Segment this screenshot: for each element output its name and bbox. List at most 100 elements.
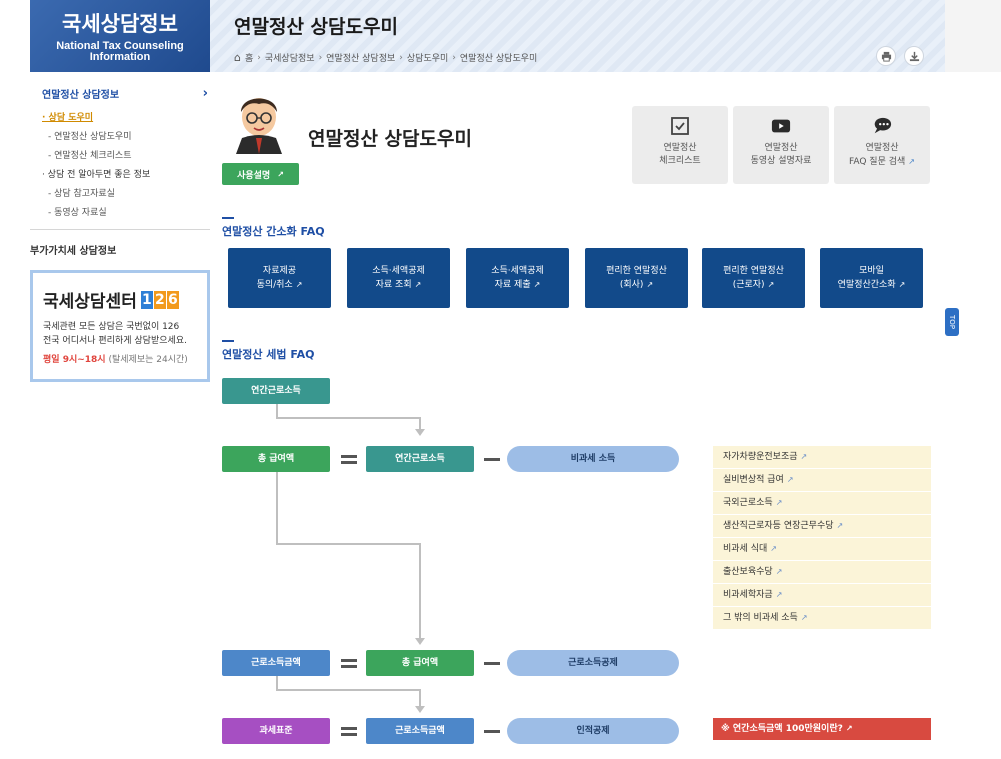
- external-link-icon: ↗: [898, 279, 906, 289]
- sidebar-item-checklist[interactable]: - 연말정산 체크리스트: [30, 145, 210, 164]
- faq-button-label: 자료제공 동의/취소 ↗: [257, 265, 303, 292]
- minus-icon: [484, 662, 500, 665]
- quick-link-line1: 연말정산: [764, 143, 798, 153]
- tax-center-hours-main: 평일 9시~18시: [43, 355, 106, 365]
- connector-line: [276, 676, 278, 690]
- download-button[interactable]: [904, 46, 924, 66]
- faq-button-submit[interactable]: 소득·세액공제 자료 제출 ↗: [466, 248, 569, 308]
- quick-link-line2: 동영상 설명자료: [750, 156, 812, 166]
- faq-button-lookup[interactable]: 소득·세액공제 자료 조회 ↗: [347, 248, 450, 308]
- site-brand[interactable]: 국세상담정보 National Tax Counseling Informati…: [30, 0, 210, 72]
- sidebar-item-helper-main[interactable]: - 연말정산 상담도우미: [30, 126, 210, 145]
- nontax-item-label: 생산직근로자등 연장근무수당: [723, 521, 834, 531]
- tax-center-hours-note: (탈세제보는 24시간): [108, 355, 188, 365]
- nontax-item[interactable]: 실비변상적 급여 ↗: [713, 469, 931, 492]
- node-total-salary-2[interactable]: 총 급여액: [366, 650, 474, 676]
- faq-button-label: 소득·세액공제 자료 조회 ↗: [372, 265, 425, 292]
- external-link-icon: ↗: [775, 498, 783, 507]
- tax-center-hours: 평일 9시~18시 (탈세제보는 24시간): [43, 352, 197, 365]
- node-annual-income[interactable]: 연간근로소득: [222, 378, 330, 404]
- sidebar-item-useful-info[interactable]: · 상담 전 알아두면 좋은 정보: [30, 164, 210, 183]
- tax-center-desc-line2: 전국 어디서나 편리하게 상담받으세요.: [43, 336, 187, 346]
- breadcrumb-item[interactable]: 상담도우미: [407, 51, 448, 64]
- sidebar-item-reference[interactable]: - 상담 참고자료실: [30, 183, 210, 202]
- faq-button-mobile[interactable]: 모바일연말정산간소화 ↗: [820, 248, 923, 308]
- nontax-income-list: 자가차량운전보조금 ↗ 실비변상적 급여 ↗ 국외근로소득 ↗ 생산직근로자등 연장근…: [713, 446, 931, 630]
- nontax-item[interactable]: 그 밖의 비과세 소득 ↗: [713, 607, 931, 630]
- scroll-top-tab[interactable]: TOP: [945, 308, 959, 336]
- node-total-salary[interactable]: 총 급여액: [222, 446, 330, 472]
- breadcrumb: ⌂ 홈 › 국세상담정보 › 연말정산 상담정보 › 상담도우미 › 연말정산 …: [234, 51, 537, 64]
- usage-guide-label: 사용설명: [237, 170, 271, 181]
- faq-button-line1: 편리한 연말정산: [606, 265, 667, 276]
- node-personal-deduction[interactable]: 인적공제: [507, 718, 679, 744]
- home-icon[interactable]: ⌂: [234, 51, 241, 64]
- nontax-item[interactable]: 비과세학자금 ↗: [713, 584, 931, 607]
- breadcrumb-item[interactable]: 연말정산 상담정보: [326, 51, 395, 64]
- faq-button-consent[interactable]: 자료제공 동의/취소 ↗: [228, 248, 331, 308]
- nontax-item-label: 국외근로소득: [723, 498, 773, 508]
- chat-bubble-icon: [872, 116, 892, 136]
- quick-link-faq-search[interactable]: 연말정산 FAQ 질문 검색 ↗: [834, 106, 930, 184]
- sidebar-item-videos[interactable]: - 동영상 자료실: [30, 202, 210, 221]
- faq-button-company[interactable]: 편리한 연말정산 (회사) ↗: [585, 248, 688, 308]
- sidebar-item-vat[interactable]: 부가가치세 상담정보: [30, 238, 210, 263]
- node-earned-income-deduction[interactable]: 근로소득공제: [507, 650, 679, 676]
- quick-link-video[interactable]: 연말정산 동영상 설명자료: [733, 106, 829, 184]
- print-button[interactable]: [876, 46, 896, 66]
- sidebar-item-helper[interactable]: · 상담 도우미: [30, 107, 210, 126]
- sidebar-divider: [30, 229, 210, 230]
- section-title-simplified-faq: 연말정산 간소화 FAQ: [222, 225, 325, 238]
- income-1m-note-link[interactable]: ※ 연간소득금액 100만원이란? ↗: [713, 718, 931, 740]
- nontax-item-label: 비과세 식대: [723, 544, 768, 554]
- node-annual-income-2[interactable]: 연간근로소득: [366, 446, 474, 472]
- arrow-down-icon: [415, 706, 425, 713]
- faq-button-line2: (근로자): [732, 279, 765, 290]
- equals-icon: [341, 455, 357, 464]
- nontax-item[interactable]: 자가차량운전보조금 ↗: [713, 446, 931, 469]
- tax-center-title: 국세상담센터 1 2 6: [43, 287, 197, 312]
- usage-guide-button[interactable]: 사용설명 ↗: [222, 163, 299, 185]
- chevron-right-icon: ›: [257, 52, 261, 63]
- node-earned-income-amount-2[interactable]: 근로소득금액: [366, 718, 474, 744]
- tax-center-title-text: 국세상담센터: [43, 292, 137, 312]
- node-earned-income-amount[interactable]: 근로소득금액: [222, 650, 330, 676]
- hotline-digit: 2: [153, 290, 166, 309]
- quick-link-checklist[interactable]: 연말정산 체크리스트: [632, 106, 728, 184]
- faq-button-label: 편리한 연말정산 (회사) ↗: [606, 265, 667, 292]
- node-nontax-income[interactable]: 비과세 소득: [507, 446, 679, 472]
- video-play-icon: [771, 116, 791, 136]
- nontax-item[interactable]: 국외근로소득 ↗: [713, 492, 931, 515]
- faq-button-line2: 연말정산간소화: [837, 279, 896, 290]
- breadcrumb-item[interactable]: 국세상담정보: [265, 51, 315, 64]
- faq-button-line1: 모바일: [859, 265, 884, 276]
- faq-button-line1: 자료제공: [262, 265, 297, 276]
- nontax-item[interactable]: 생산직근로자등 연장근무수당 ↗: [713, 515, 931, 538]
- checkbox-icon: [670, 116, 690, 136]
- nontax-item-label: 자가차량운전보조금: [723, 452, 798, 462]
- nontax-item[interactable]: 비과세 식대 ↗: [713, 538, 931, 561]
- header-right-strip: [945, 0, 1001, 72]
- tax-center-desc: 국세관련 모든 상담은 국번없이 126 전국 어디서나 편리하게 상담받으세요…: [43, 320, 197, 348]
- quick-link-line2: FAQ 질문 검색: [849, 157, 906, 167]
- connector-line: [419, 417, 421, 429]
- faq-button-label: 소득·세액공제 자료 제출 ↗: [491, 265, 544, 292]
- nontax-item[interactable]: 출산보육수당 ↗: [713, 561, 931, 584]
- faq-button-line2: 동의/취소: [256, 279, 293, 290]
- connector-line: [419, 543, 421, 638]
- node-tax-base[interactable]: 과세표준: [222, 718, 330, 744]
- nontax-item-label: 비과세학자금: [723, 590, 773, 600]
- external-link-icon: ↗: [836, 521, 844, 530]
- arrow-down-icon: [415, 638, 425, 645]
- chevron-right-icon: ›: [202, 86, 208, 101]
- sidebar-section-head[interactable]: 연말정산 상담정보 ›: [30, 80, 210, 107]
- page-title: 연말정산 상담도우미: [234, 16, 398, 38]
- breadcrumb-home[interactable]: 홈: [245, 51, 253, 64]
- external-link-icon: ↗: [908, 157, 915, 166]
- section-marker: [222, 340, 234, 342]
- section-marker: [222, 217, 234, 219]
- faq-button-worker[interactable]: 편리한 연말정산 (근로자) ↗: [702, 248, 805, 308]
- external-link-icon: ↗: [786, 475, 794, 484]
- connector-line: [276, 689, 421, 691]
- breadcrumb-current: 연말정산 상담도우미: [459, 54, 538, 64]
